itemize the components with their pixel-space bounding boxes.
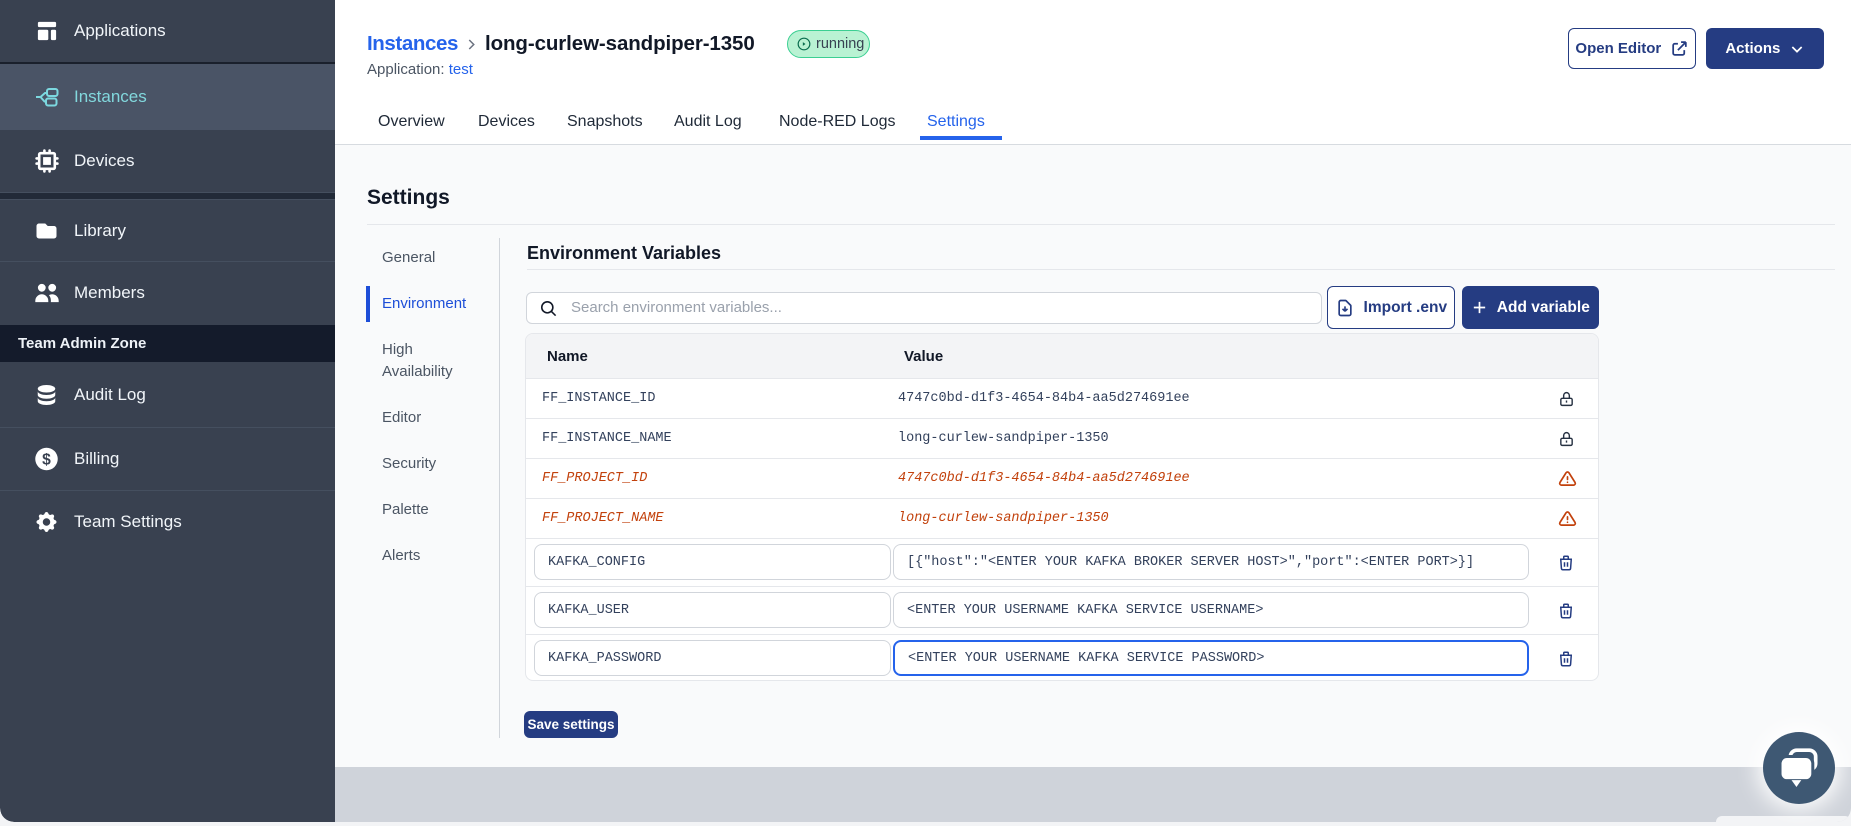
- svg-text:$: $: [42, 451, 51, 468]
